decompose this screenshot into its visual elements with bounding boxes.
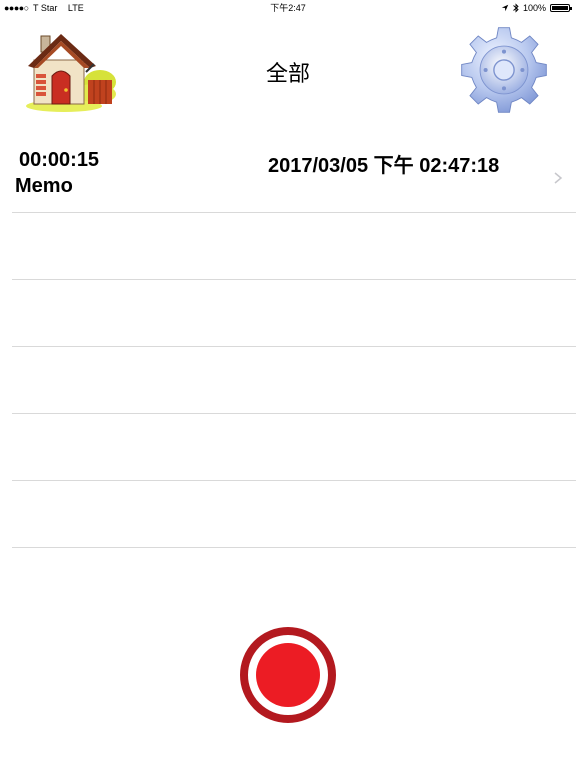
empty-row xyxy=(12,414,576,481)
status-bar-right: 100% xyxy=(501,0,572,16)
status-bar: ●●●●○ T Star LTE 下午2:47 100% xyxy=(0,0,576,16)
recording-datetime: 2017/03/05 下午 02:47:18 xyxy=(268,155,500,177)
recording-duration: 00:00:15 xyxy=(19,149,100,171)
battery-icon xyxy=(550,4,572,12)
recording-row[interactable]: 00:00:15 2017/03/05 下午 02:47:18 Memo xyxy=(12,143,576,213)
recordings-list: 00:00:15 2017/03/05 下午 02:47:18 Memo xyxy=(0,143,576,548)
recording-name: Memo xyxy=(15,175,73,197)
record-button[interactable] xyxy=(239,626,337,724)
record-icon xyxy=(240,627,336,723)
status-bar-time: 下午2:47 xyxy=(270,3,306,13)
chevron-right-icon xyxy=(554,172,563,184)
location-icon xyxy=(501,4,509,12)
battery-percent: 100% xyxy=(522,3,546,13)
empty-row xyxy=(12,481,576,548)
bluetooth-icon xyxy=(513,3,519,13)
empty-row xyxy=(12,280,576,347)
empty-row xyxy=(12,347,576,414)
settings-button[interactable] xyxy=(458,24,550,116)
header: 全部 xyxy=(0,16,576,126)
empty-row xyxy=(12,213,576,280)
gear-icon xyxy=(461,27,547,113)
